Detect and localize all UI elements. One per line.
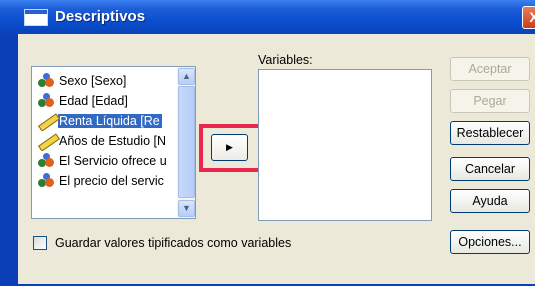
list-item-label: Renta Líquida [Re bbox=[58, 114, 162, 128]
scale-variable-icon bbox=[36, 112, 58, 129]
source-variable-list[interactable]: Sexo [Sexo] Edad [Edad] Renta Líquida [R… bbox=[31, 66, 196, 219]
nominal-variable-icon bbox=[36, 172, 58, 189]
list-item-selected[interactable]: Renta Líquida [Re bbox=[36, 112, 177, 131]
list-item[interactable]: Años de Estudio [N bbox=[36, 132, 177, 151]
scroll-down-button[interactable]: ▼ bbox=[178, 200, 195, 217]
list-item-label: El precio del servic bbox=[59, 174, 164, 188]
nominal-variable-icon bbox=[36, 152, 58, 169]
reset-button[interactable]: Restablecer bbox=[450, 121, 530, 145]
paste-button[interactable]: Pegar bbox=[450, 89, 530, 113]
move-to-variables-button[interactable]: ▶ bbox=[211, 134, 248, 161]
list-item[interactable]: El Servicio ofrece u bbox=[36, 152, 177, 171]
variables-list[interactable] bbox=[258, 69, 432, 221]
options-button[interactable]: Opciones... bbox=[450, 230, 530, 254]
save-standardized-label[interactable]: Guardar valores tipificados como variabl… bbox=[55, 235, 291, 251]
list-item-label: Sexo [Sexo] bbox=[59, 74, 127, 88]
variables-label: Variables: bbox=[258, 53, 313, 67]
nominal-variable-icon bbox=[36, 92, 58, 109]
window-icon bbox=[24, 9, 48, 26]
scroll-up-button[interactable]: ▲ bbox=[178, 68, 195, 85]
list-item-label: Edad [Edad] bbox=[59, 94, 128, 108]
list-item-label: Años de Estudio [N bbox=[59, 134, 167, 148]
list-item[interactable]: El precio del servic bbox=[36, 172, 177, 191]
list-item[interactable]: Sexo [Sexo] bbox=[36, 72, 177, 91]
close-button[interactable]: X bbox=[522, 6, 535, 29]
title-bar[interactable]: Descriptivos X bbox=[0, 0, 535, 34]
nominal-variable-icon bbox=[36, 72, 58, 89]
list-item-label: El Servicio ofrece u bbox=[59, 154, 167, 168]
window-title: Descriptivos bbox=[55, 8, 146, 25]
scale-variable-icon bbox=[36, 132, 58, 149]
accept-button[interactable]: Aceptar bbox=[450, 57, 530, 81]
list-item[interactable]: Edad [Edad] bbox=[36, 92, 177, 111]
help-button[interactable]: Ayuda bbox=[450, 189, 530, 213]
dialog-window: Descriptivos X Sexo [Sexo] Edad [Edad] R… bbox=[0, 0, 535, 286]
cancel-button[interactable]: Cancelar bbox=[450, 157, 530, 181]
scroll-thumb[interactable] bbox=[178, 86, 195, 198]
save-standardized-checkbox[interactable] bbox=[33, 236, 47, 250]
list-scrollbar[interactable]: ▲ ▼ bbox=[177, 67, 195, 218]
